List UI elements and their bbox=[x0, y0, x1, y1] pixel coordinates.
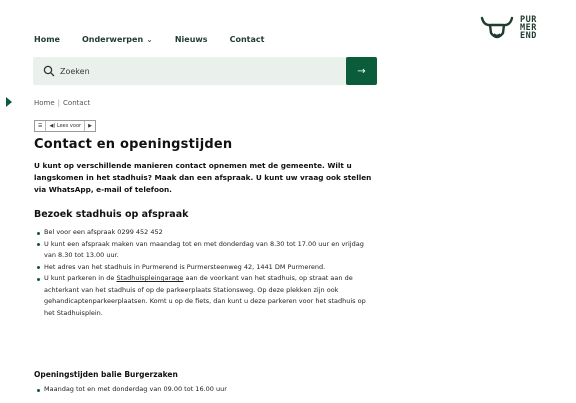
visit-list: Bel voor een afspraak 0299 452 452 U kun… bbox=[34, 227, 374, 319]
speaker-icon: ◀) bbox=[49, 123, 56, 129]
list-item: U kunt een afspraak maken van maandag to… bbox=[34, 239, 374, 262]
search-icon bbox=[43, 65, 55, 77]
main-nav: Home Onderwerpen ⌄ Nieuws Contact bbox=[34, 35, 264, 44]
breadcrumb-separator: | bbox=[57, 99, 61, 107]
list-item: Maandag tot en met donderdag van 09.00 t… bbox=[34, 384, 374, 396]
page-marker-icon bbox=[6, 97, 12, 107]
purmerend-logo[interactable]: PUR MER END bbox=[480, 14, 537, 42]
parking-text-start: U kunt parkeren in de bbox=[44, 274, 115, 282]
intro-text: U kunt op verschillende manieren contact… bbox=[34, 161, 372, 194]
list-item: Het adres van het stadhuis in Purmerend … bbox=[34, 262, 374, 274]
visit-heading: Bezoek stadhuis op afspraak bbox=[34, 209, 189, 220]
garage-link[interactable]: Stadhuispleingarage bbox=[116, 274, 183, 282]
breadcrumb-current: Contact bbox=[63, 99, 91, 107]
page-title: Contact en openingstijden bbox=[34, 137, 233, 152]
list-item: Bel voor een afspraak 0299 452 452 bbox=[34, 227, 374, 239]
search-button[interactable]: → bbox=[346, 57, 377, 85]
nav-home[interactable]: Home bbox=[34, 35, 60, 44]
arrow-right-icon: → bbox=[357, 65, 366, 77]
search-bar: Zoeken → bbox=[33, 57, 377, 85]
bull-head-icon bbox=[480, 16, 514, 39]
nav-nieuws[interactable]: Nieuws bbox=[175, 35, 208, 44]
list-item: U kunt parkeren in de Stadhuispleingarag… bbox=[34, 273, 374, 319]
search-input[interactable]: Zoeken bbox=[60, 67, 90, 76]
menu-icon[interactable]: ☰ bbox=[35, 121, 47, 131]
breadcrumb-home[interactable]: Home bbox=[34, 99, 55, 107]
logo-wordmark: PUR MER END bbox=[520, 15, 537, 41]
read-aloud-toolbar: ☰ ◀) Lees voor ▶ bbox=[34, 120, 96, 132]
nav-onderwerpen[interactable]: Onderwerpen ⌄ bbox=[82, 35, 153, 44]
nav-onderwerpen-label: Onderwerpen bbox=[81, 35, 144, 44]
read-aloud-button[interactable]: ◀) Lees voor bbox=[46, 121, 86, 131]
hours-heading: Openingstijden balie Burgerzaken bbox=[34, 370, 178, 379]
nav-contact[interactable]: Contact bbox=[230, 35, 265, 44]
hours-list: Maandag tot en met donderdag van 09.00 t… bbox=[34, 384, 374, 396]
breadcrumb: Home | Contact bbox=[34, 99, 90, 107]
read-aloud-label: Lees voor bbox=[56, 123, 82, 129]
chevron-down-icon: ⌄ bbox=[146, 35, 153, 44]
play-icon[interactable]: ▶ bbox=[85, 121, 95, 131]
